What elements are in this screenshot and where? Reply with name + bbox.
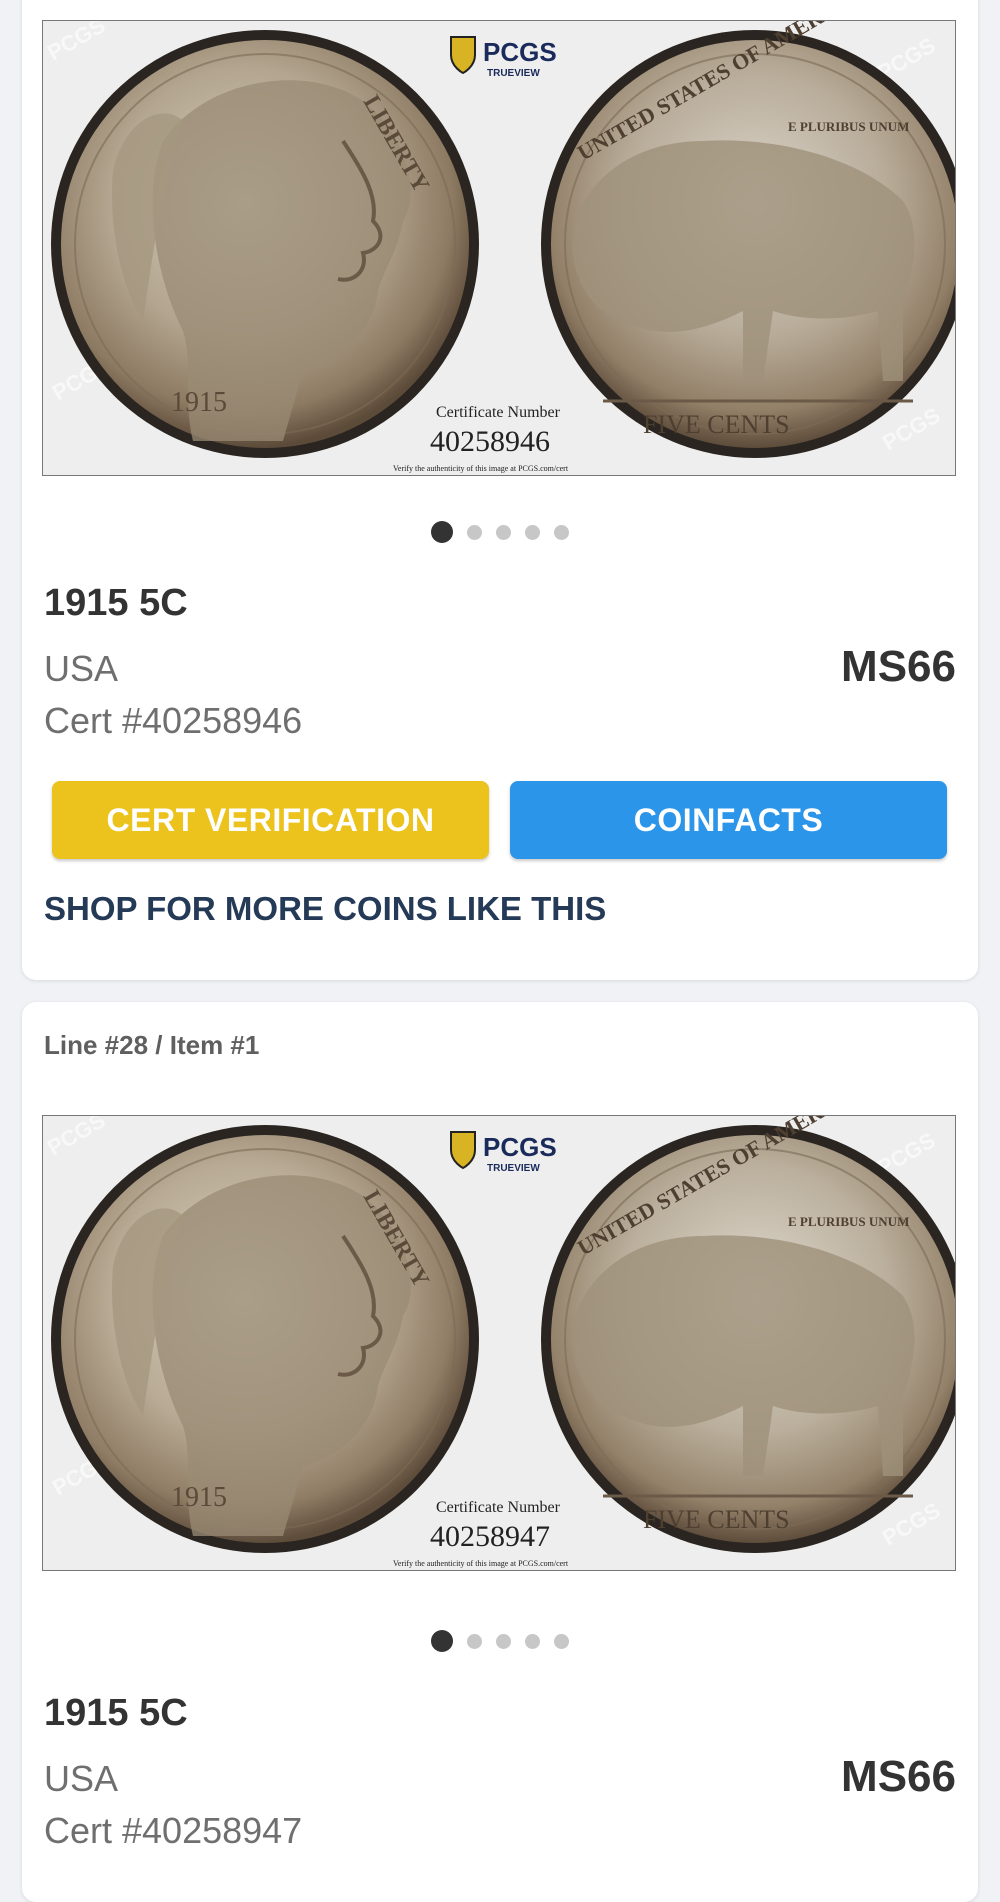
svg-text:TRUEVIEW: TRUEVIEW xyxy=(487,68,540,79)
svg-text:40258946: 40258946 xyxy=(430,425,550,458)
cert-number: Cert #40258946 xyxy=(44,700,303,741)
svg-text:PCGS: PCGS xyxy=(483,1132,557,1162)
svg-text:Certificate Number: Certificate Number xyxy=(436,1499,561,1516)
svg-text:E PLURIBUS UNUM: E PLURIBUS UNUM xyxy=(788,119,909,134)
svg-text:40258947: 40258947 xyxy=(430,1520,550,1553)
svg-text:1915: 1915 xyxy=(171,1482,227,1513)
carousel-dot[interactable] xyxy=(496,1633,511,1649)
coin-card: Line #28 / Item #1 PCGS PCGS PCGS PCGS L… xyxy=(22,1002,978,1902)
svg-text:Verify the authenticity of thi: Verify the authenticity of this image at… xyxy=(393,1559,569,1568)
svg-text:FIVE CENTS: FIVE CENTS xyxy=(643,1505,790,1534)
coin-grade: MS66 xyxy=(841,642,956,691)
carousel-dot[interactable] xyxy=(496,524,511,540)
coin-title: 1915 5C xyxy=(44,1692,188,1734)
coinfacts-button[interactable]: COINFACTS xyxy=(510,781,947,859)
coin-card: PCGS PCGS PCGS PCGS PCGS PCGS LIBERTY 19… xyxy=(22,0,978,980)
cert-number: Cert #40258947 xyxy=(44,1810,303,1851)
carousel-dot[interactable] xyxy=(525,524,540,540)
carousel-dot-active[interactable] xyxy=(431,1630,453,1652)
coin-grade: MS66 xyxy=(841,1752,956,1801)
coin-title: 1915 5C xyxy=(44,582,188,624)
shop-more-coins-link[interactable]: SHOP FOR MORE COINS LIKE THIS xyxy=(44,890,606,928)
carousel-dot-active[interactable] xyxy=(431,521,453,543)
line-item-label: Line #28 / Item #1 xyxy=(44,1030,260,1060)
cert-verification-button[interactable]: CERT VERIFICATION xyxy=(52,781,489,859)
carousel-dot[interactable] xyxy=(467,524,482,540)
carousel-dot[interactable] xyxy=(554,1633,569,1649)
carousel-dot[interactable] xyxy=(554,524,569,540)
coin-country: USA xyxy=(44,1758,119,1799)
carousel-dot[interactable] xyxy=(467,1633,482,1649)
svg-text:Certificate Number: Certificate Number xyxy=(436,404,561,421)
svg-text:1915: 1915 xyxy=(171,387,227,418)
coin-image[interactable]: PCGS PCGS PCGS PCGS PCGS PCGS LIBERTY 19… xyxy=(42,1115,956,1571)
coin-country: USA xyxy=(44,648,119,689)
image-carousel-dots[interactable] xyxy=(22,1630,978,1652)
svg-text:Verify the authenticity of thi: Verify the authenticity of this image at… xyxy=(393,464,569,473)
svg-text:PCGS: PCGS xyxy=(483,37,557,67)
svg-text:FIVE CENTS: FIVE CENTS xyxy=(643,410,790,439)
coin-image[interactable]: PCGS PCGS PCGS PCGS PCGS PCGS LIBERTY 19… xyxy=(42,20,956,476)
svg-text:E PLURIBUS UNUM: E PLURIBUS UNUM xyxy=(788,1214,909,1229)
svg-text:TRUEVIEW: TRUEVIEW xyxy=(487,1163,540,1174)
image-carousel-dots[interactable] xyxy=(22,521,978,543)
carousel-dot[interactable] xyxy=(525,1633,540,1649)
